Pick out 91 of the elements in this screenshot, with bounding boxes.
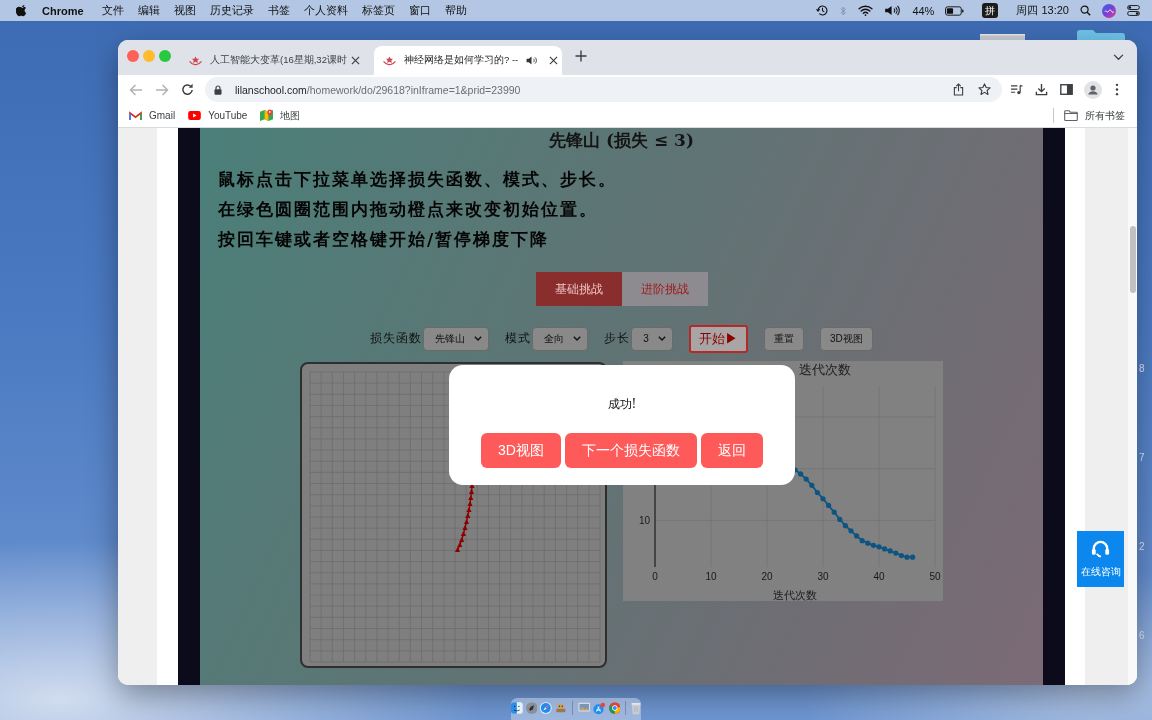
dropdown-label: 步长: [604, 330, 631, 347]
scrollbar-thumb[interactable]: [1129, 226, 1136, 293]
3d-view-button[interactable]: 3D视图: [819, 326, 873, 351]
share-icon[interactable]: [953, 83, 964, 96]
video-play-icon: [188, 111, 202, 120]
online-consult-button[interactable]: 在线咨询: [1077, 531, 1124, 587]
axis-tick-label: 50: [929, 571, 941, 582]
address-bar[interactable]: lilanschool.com/homework/do/29618?inIframe=1&prid=23990: [205, 77, 1002, 102]
instruction-text: 鼠标点击下拉菜单选择损失函数、模式、步长。: [218, 168, 617, 191]
input-method-indicator[interactable]: 拼: [982, 3, 999, 18]
descent-path: [454, 483, 475, 552]
menu-item[interactable]: 帮助: [444, 3, 467, 18]
desktop-label: 2: [1139, 540, 1145, 553]
bookmark-link[interactable]: 地图: [260, 108, 301, 123]
chart-title: 迭代次数: [799, 362, 851, 377]
star-icon[interactable]: [978, 83, 991, 96]
menu-item[interactable]: 编辑: [137, 3, 160, 18]
start-button[interactable]: 开始▶: [688, 324, 748, 353]
more-menu-icon[interactable]: [1115, 83, 1119, 96]
logo-icon: [383, 55, 396, 66]
rocket-icon[interactable]: [525, 701, 538, 715]
axis-tick-label: 40: [873, 571, 885, 582]
scrollbar-track[interactable]: [1128, 128, 1137, 685]
step-size-dropdown[interactable]: 3: [631, 326, 673, 351]
axis-tick-label: 10: [638, 514, 650, 526]
instruction-text: 在绿色圆圈范围内拖动橙点来改变初始位置。: [218, 198, 598, 221]
menu-item[interactable]: 书签: [267, 3, 290, 18]
folder-icon[interactable]: [1077, 30, 1125, 40]
reload-icon[interactable]: [181, 83, 194, 96]
mode-dropdown[interactable]: 全向: [532, 326, 589, 351]
axis-tick-label: 0: [652, 571, 658, 582]
axis-title: 迭代次数: [773, 589, 817, 601]
bookmark-link[interactable]: YouTube: [188, 110, 248, 121]
menu-item[interactable]: 历史记录: [209, 3, 254, 18]
download-icon[interactable]: [1035, 83, 1048, 96]
store-icon[interactable]: [593, 701, 606, 716]
instruction-text: 按回车键或者空格键开始/暂停梯度下降: [218, 228, 550, 251]
caret-icon: [474, 336, 483, 341]
caret-icon: [657, 336, 666, 341]
menu-item[interactable]: 视图: [173, 3, 196, 18]
desktop-label: 8: [1139, 362, 1145, 375]
all-bookmarks-link[interactable]: 所有书签: [1064, 108, 1125, 123]
menu-bar-clock[interactable]: 周四 13:20: [1016, 3, 1069, 18]
axis-tick-label: 10: [705, 571, 717, 582]
axis-tick-label: 30: [817, 571, 829, 582]
map-icon: [260, 109, 274, 122]
apple-icon[interactable]: [16, 4, 27, 17]
caret-icon: [573, 336, 582, 341]
orb-icon[interactable]: [1102, 3, 1116, 18]
chevron-down-icon[interactable]: [1113, 54, 1124, 61]
loss-function-dropdown[interactable]: 先锋山: [423, 326, 490, 351]
speaker-icon[interactable]: [884, 5, 902, 16]
avatar-icon[interactable]: [1084, 80, 1102, 99]
browser-tab[interactable]: 神经网络是如何学习的? --: [374, 46, 562, 75]
menu-item[interactable]: 窗口: [408, 3, 431, 18]
browser-icon[interactable]: [608, 701, 621, 715]
menu-item[interactable]: 个人资料: [303, 3, 348, 18]
dialog-message: 成功!: [607, 396, 637, 412]
headset-icon: [1090, 539, 1111, 560]
level-title: 先锋山 (损失 ≤ 3): [549, 130, 694, 151]
face-tile-icon[interactable]: [511, 701, 523, 715]
browser-tab[interactable]: 人工智能大变革(16星期,32课时: [180, 46, 368, 75]
wifi-icon[interactable]: [858, 5, 874, 16]
reset-button[interactable]: 重置: [763, 326, 804, 351]
switches-icon[interactable]: [1127, 5, 1140, 16]
url-text: lilanschool.com/homework/do/29618?inIframe=1&prid=23990: [235, 83, 521, 96]
dropdown-label: 模式: [505, 330, 532, 347]
menu-item[interactable]: 文件: [101, 3, 124, 18]
axis-tick-label: 20: [761, 571, 773, 582]
close-icon[interactable]: [351, 56, 360, 65]
folder-icon: [1064, 110, 1078, 121]
lock-icon[interactable]: [214, 84, 222, 95]
media-list-icon[interactable]: [1010, 84, 1023, 95]
battery-percentage: 44%: [912, 4, 935, 17]
desktop-label: 7: [1139, 451, 1145, 464]
desktop-label: 6: [1139, 629, 1145, 642]
menu-item[interactable]: 标签页: [361, 3, 395, 18]
battery-icon[interactable]: [945, 5, 965, 16]
close-icon[interactable]: [549, 56, 559, 65]
logo-icon: [189, 55, 202, 66]
dropdown-label: 损失函数: [370, 330, 423, 347]
side-panel-icon[interactable]: [1060, 84, 1073, 95]
mail-icon: [129, 110, 142, 121]
search-icon[interactable]: [1080, 5, 1091, 16]
speaker-icon[interactable]: [526, 56, 538, 65]
challenge-tab[interactable]: 基础挑战: [535, 272, 622, 306]
plus-icon: [575, 49, 587, 62]
compass-icon[interactable]: [540, 701, 552, 715]
bookmark-link[interactable]: Gmail: [129, 110, 176, 121]
app-menu[interactable]: Chrome: [42, 4, 84, 17]
history-clock-icon[interactable]: [816, 4, 830, 17]
